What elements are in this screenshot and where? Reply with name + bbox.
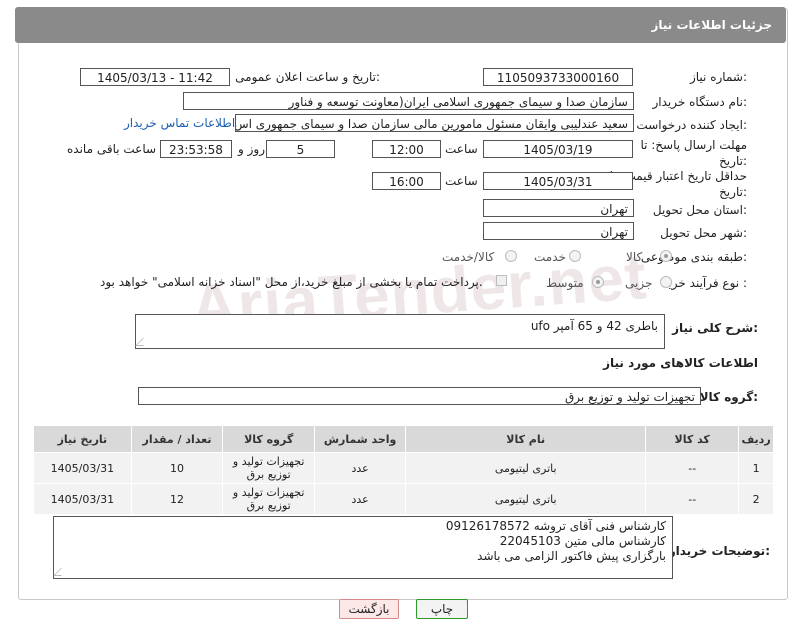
days-label: روز و (238, 142, 265, 156)
deadline-time-field: 12:00 (372, 140, 441, 158)
description-label: شرح کلی نیاز: (672, 321, 758, 335)
need-number-field: 1105093733000160 (483, 68, 633, 86)
need-number-label: شماره نیاز: (689, 70, 747, 84)
cell-unit: عدد (314, 452, 407, 484)
city-field: تهران (483, 222, 634, 240)
category-service-label: خدمت (534, 250, 566, 264)
process-medium-radio[interactable] (592, 276, 604, 288)
cell-group: تجهیزات تولید و توزیع برق (222, 452, 316, 484)
process-minor-label: جزیی (625, 276, 653, 290)
title-bar: جزئیات اطلاعات نیاز (15, 7, 786, 43)
creator-field: سعید عندلیبی وایقان مسئول مامورین مالی س… (235, 114, 634, 132)
cell-code: -- (645, 483, 740, 515)
remaining-time-field: 23:53:58 (160, 140, 232, 158)
col-code-header: کد کالا (645, 425, 740, 453)
goods-table: ردیف کد کالا نام کالا واحد شمارش گروه کا… (33, 425, 774, 515)
col-row-header: ردیف (738, 425, 774, 453)
table-row: 1 -- باتری لیتیومی عدد تجهیزات تولید و ت… (33, 452, 774, 484)
cell-row: 2 (738, 483, 774, 515)
col-qty-header: تعداد / مقدار (130, 425, 224, 453)
remaining-label: ساعت باقی مانده (67, 142, 157, 156)
buyer-note-line: کارشناس مالی متین 22045103 (499, 534, 666, 548)
city-label: شهر محل تحویل: (660, 226, 747, 240)
price-validity-date-field: 1405/03/31 (483, 172, 633, 190)
process-medium-label: متوسط (546, 276, 584, 290)
table-header-row: ردیف کد کالا نام کالا واحد شمارش گروه کا… (33, 425, 774, 453)
deadline-label: مهلت ارسال پاسخ: تا تاریخ: (640, 138, 747, 168)
deadline-time-label: ساعت (445, 142, 478, 156)
print-button[interactable]: چاپ (416, 599, 468, 619)
cell-unit: عدد (314, 483, 407, 515)
province-label: استان محل تحویل: (652, 203, 747, 217)
cell-code: -- (645, 452, 740, 484)
cell-date: 1405/03/31 (33, 452, 132, 484)
goods-info-title: اطلاعات کالاهای مورد نیاز (603, 356, 758, 370)
category-goods-label: کالا (626, 250, 643, 264)
contact-buyer-link[interactable]: اطلاعات تماس خریدار (124, 116, 235, 130)
category-label: طبقه بندی موضوعی: (640, 250, 747, 264)
resize-handle[interactable] (135, 338, 151, 346)
buyer-org-label: نام دستگاه خریدار: (652, 95, 748, 109)
col-group-header: گروه کالا (222, 425, 316, 453)
creator-label: ایجاد کننده درخواست: (636, 118, 747, 132)
cell-name: باتری لیتیومی (405, 452, 647, 484)
price-validity-time-field: 16:00 (372, 172, 441, 190)
buyer-notes-label: توضیحات خریدار: (668, 544, 770, 558)
col-unit-header: واحد شمارش (314, 425, 407, 453)
category-goods-radio[interactable] (660, 250, 672, 262)
table-row: 2 -- باتری لیتیومی عدد تجهیزات تولید و ت… (33, 483, 774, 515)
category-both-radio[interactable] (505, 250, 517, 262)
cell-group: تجهیزات تولید و توزیع برق (222, 483, 316, 515)
back-button[interactable]: بازگشت (339, 599, 399, 619)
category-both-label: کالا/خدمت (442, 250, 495, 264)
price-validity-time-label: ساعت (445, 174, 478, 188)
category-service-radio[interactable] (569, 250, 581, 262)
page-title: جزئیات اطلاعات نیاز (651, 18, 772, 32)
announce-field: 1405/03/13 - 11:42 (80, 68, 230, 86)
province-field: تهران (483, 199, 634, 217)
cell-name: باتری لیتیومی (405, 483, 647, 515)
cell-date: 1405/03/31 (33, 483, 132, 515)
deadline-date-field: 1405/03/19 (483, 140, 633, 158)
days-field: 5 (266, 140, 335, 158)
goods-group-label: گروه کالا: (699, 390, 758, 404)
goods-group-field: تجهیزات تولید و توزیع برق (138, 387, 701, 405)
cell-qty: 12 (130, 483, 224, 515)
treasury-payment-checkbox[interactable] (496, 275, 507, 286)
cell-qty: 10 (130, 452, 224, 484)
process-label: نوع فرآیند خرید : (662, 276, 747, 290)
treasury-payment-note: پرداخت تمام یا بخشی از مبلغ خرید،از محل … (100, 275, 483, 289)
col-name-header: نام کالا (405, 425, 647, 453)
resize-handle[interactable] (53, 568, 69, 576)
buyer-note-line: کارشناس فنی آقای تروشه 09126178572 (445, 519, 666, 533)
buyer-notes-field: کارشناس فنی آقای تروشه 09126178572 کارشن… (53, 516, 673, 579)
description-text: باطری 42 و 65 آمپر ufo (530, 319, 658, 333)
announce-label: تاریخ و ساعت اعلان عمومی: (235, 70, 380, 84)
col-date-header: تاریخ نیاز (33, 425, 132, 453)
description-field: باطری 42 و 65 آمپر ufo (135, 314, 665, 349)
process-minor-radio[interactable] (660, 276, 672, 288)
buyer-note-line: بارگزاری پیش فاکتور الزامی می باشد (477, 549, 666, 563)
buyer-org-field: سازمان صدا و سیمای جمهوری اسلامی ایران(م… (183, 92, 634, 110)
cell-row: 1 (738, 452, 774, 484)
